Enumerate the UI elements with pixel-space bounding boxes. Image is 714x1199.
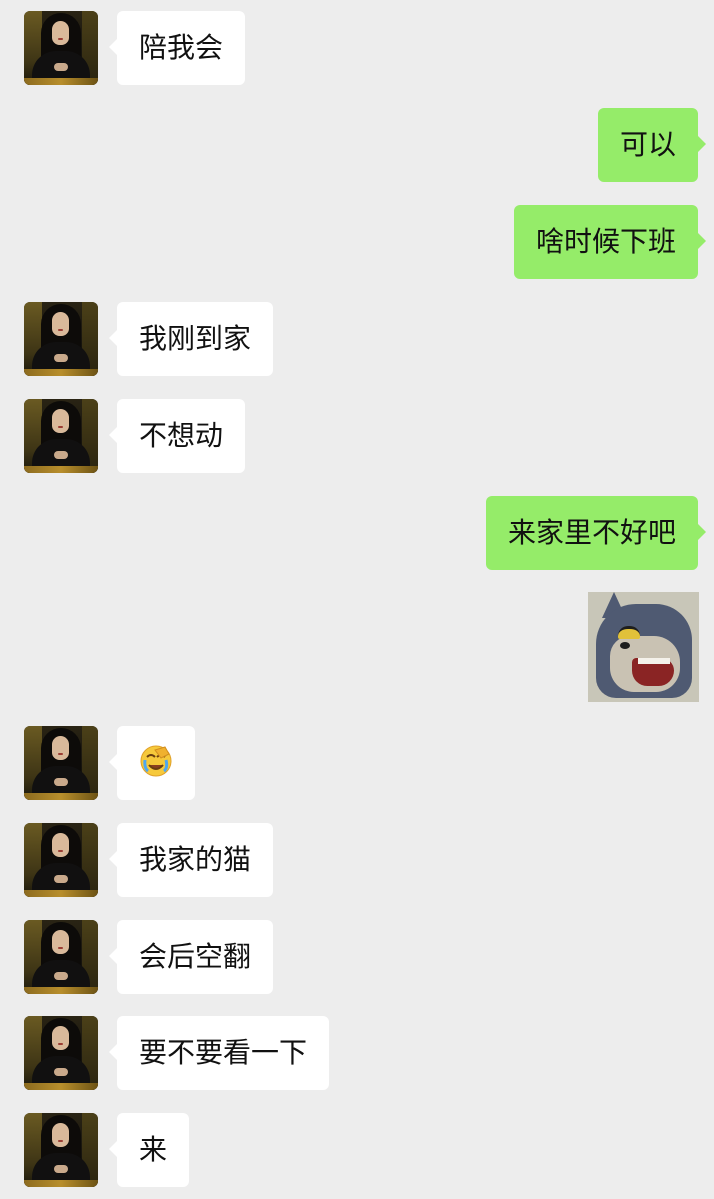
outgoing-message-bubble[interactable]: 可以 — [597, 108, 707, 182]
contact-avatar[interactable] — [24, 1113, 98, 1187]
contact-avatar[interactable] — [24, 399, 98, 473]
contact-avatar[interactable] — [24, 823, 98, 897]
outgoing-message-bubble[interactable]: 啥时候下班 — [513, 205, 707, 279]
cat-nose-icon — [620, 642, 630, 649]
incoming-message-bubble[interactable]: 我刚到家 — [108, 302, 274, 376]
cat-eye-icon — [618, 626, 640, 639]
contact-avatar[interactable] — [24, 920, 98, 994]
contact-avatar[interactable] — [24, 726, 98, 800]
contact-avatar[interactable] — [24, 1016, 98, 1090]
tom-cat-sticker[interactable] — [588, 592, 699, 702]
contact-avatar[interactable] — [24, 302, 98, 376]
contact-avatar[interactable] — [24, 11, 98, 85]
incoming-message-bubble[interactable]: 不想动 — [108, 399, 246, 473]
facepalm-crying-emoji-icon — [140, 745, 172, 777]
outgoing-message-bubble[interactable]: 来家里不好吧 — [485, 496, 707, 570]
incoming-emoji-bubble[interactable] — [109, 726, 195, 800]
incoming-message-bubble[interactable]: 要不要看一下 — [108, 1016, 330, 1090]
incoming-message-bubble[interactable]: 会后空翻 — [108, 920, 274, 994]
incoming-message-bubble[interactable]: 来 — [108, 1113, 190, 1187]
incoming-message-bubble[interactable]: 我家的猫 — [108, 823, 274, 897]
chat-message-list[interactable]: 陪我会 可以 啥时候下班 我刚到家 不想动 来家里不好吧 我家的猫 会后空翻 要… — [0, 0, 714, 1199]
cat-teeth-icon — [638, 658, 670, 664]
incoming-message-bubble[interactable]: 陪我会 — [108, 11, 246, 85]
